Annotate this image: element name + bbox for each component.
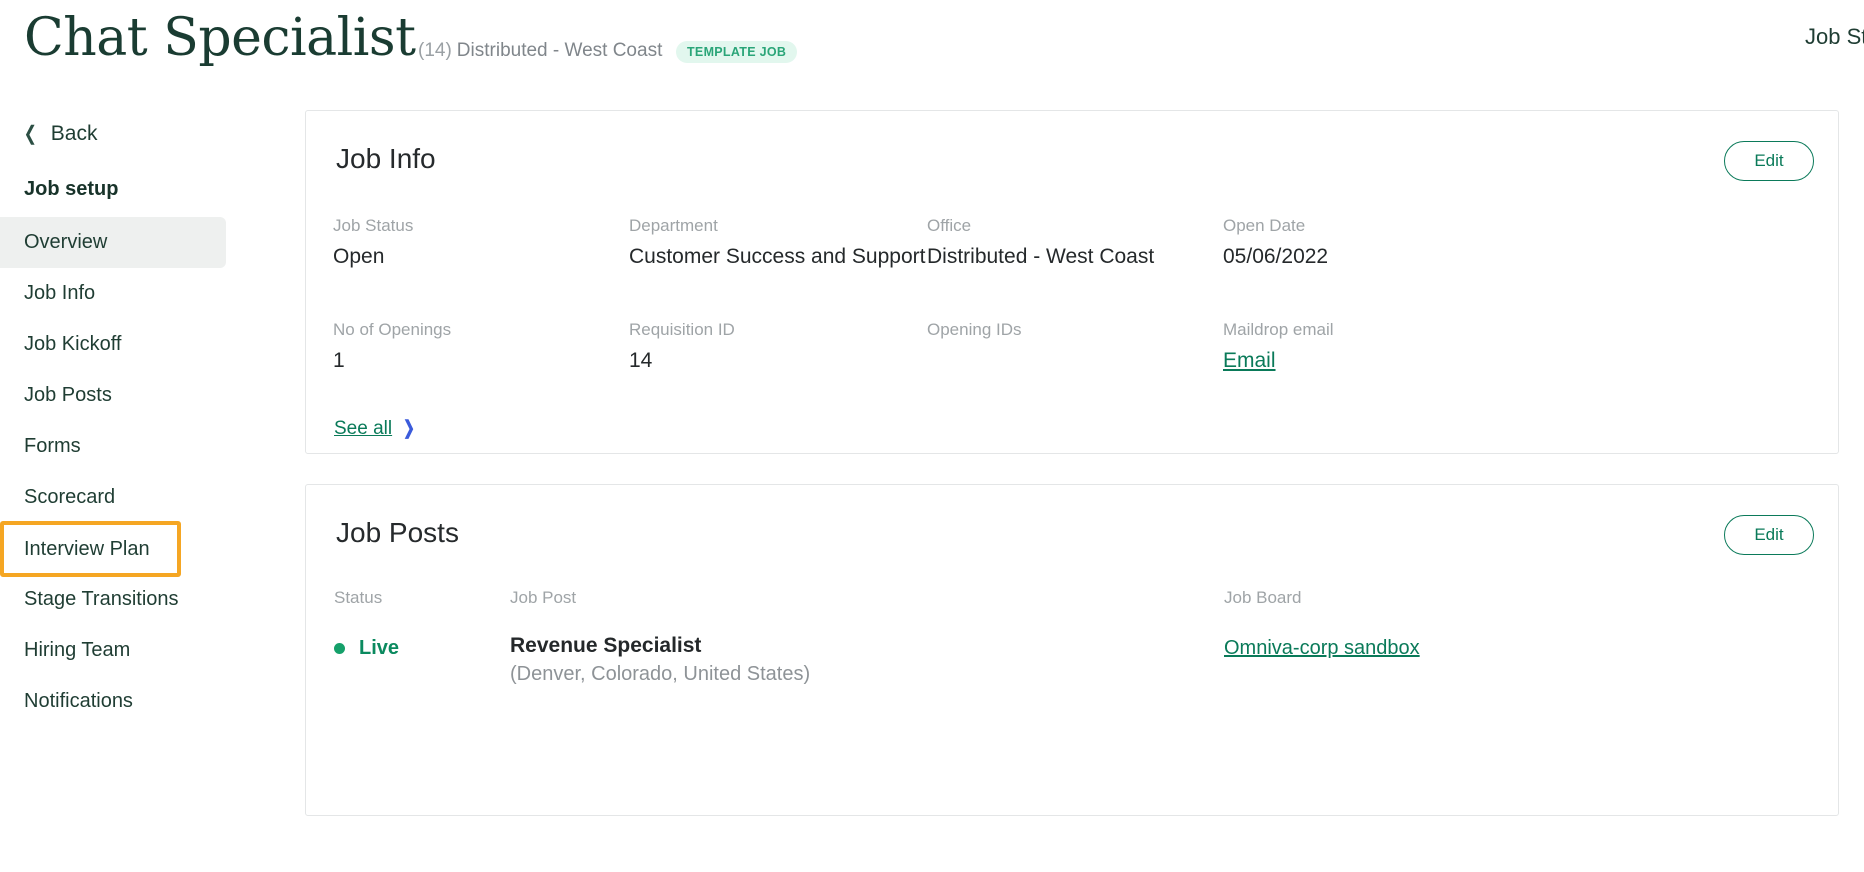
field-label: Job Status — [333, 216, 414, 235]
field-label: Opening IDs — [927, 320, 1022, 339]
sidebar-item-job-info[interactable]: Job Info — [0, 268, 292, 319]
field-department: Department Customer Success and Support — [629, 215, 927, 271]
field-job-status: Job Status Open — [333, 215, 629, 271]
field-value: 05/06/2022 — [1223, 245, 1329, 268]
status-badge: TEMPLATE JOB — [676, 41, 798, 63]
title-meta: (14) Distributed - West Coast — [418, 39, 662, 63]
status-dot-icon — [334, 642, 345, 654]
status-label: Live — [359, 637, 400, 659]
field-value: 14 — [629, 349, 653, 372]
sidebar-item-label: Notifications — [24, 690, 133, 712]
field-label: No of Openings — [333, 320, 452, 339]
field-label: Requisition ID — [629, 320, 735, 339]
field-value — [927, 347, 1223, 375]
chevron-left-icon: ❮ — [23, 123, 38, 145]
field-value: Customer Success and Support — [629, 245, 926, 268]
table-row: Live Revenue Specialist (Denver, Colorad… — [334, 632, 1814, 688]
field-label: Maildrop email — [1223, 320, 1334, 339]
status-cell: Live — [334, 632, 510, 661]
table-header-row: Status Job Post Job Board — [334, 587, 1814, 609]
back-button[interactable]: ❮ Back — [22, 120, 98, 148]
job-info-fields-row-1: Job Status Open Department Customer Succ… — [333, 215, 1813, 271]
main-content: Job Info Edit Job Status Open Department… — [305, 96, 1839, 872]
job-board-link[interactable]: Omniva-corp sandbox — [1224, 632, 1420, 662]
field-value: 1 — [333, 349, 345, 372]
field-requisition-id: Requisition ID 14 — [629, 319, 927, 375]
job-posts-table: Status Job Post Job Board Live Revenue S… — [334, 587, 1814, 688]
sidebar-item-label: Interview Plan — [24, 537, 150, 560]
sidebar-item-job-posts[interactable]: Job Posts — [0, 370, 292, 421]
maildrop-email-link[interactable]: Email — [1223, 347, 1276, 375]
field-value: Distributed - West Coast — [927, 245, 1155, 268]
requisition-ref: (14) — [418, 40, 452, 61]
sidebar-item-label: Scorecard — [24, 486, 116, 508]
edit-job-info-button[interactable]: Edit — [1724, 141, 1814, 181]
job-post-cell: Revenue Specialist (Denver, Colorado, Un… — [510, 632, 1224, 688]
sidebar-item-label: Forms — [24, 435, 81, 457]
back-button-label: Back — [50, 122, 98, 145]
sidebar-item-notifications[interactable]: Notifications — [0, 676, 292, 727]
field-label: Office — [927, 216, 972, 235]
job-posts-card-title: Job Posts — [336, 517, 459, 548]
field-label: Department — [629, 216, 718, 235]
sidebar-item-stage-transitions[interactable]: Stage Transitions — [0, 574, 292, 625]
sidebar-item-hiring-team[interactable]: Hiring Team — [0, 625, 292, 676]
sidebar-item-label: Job Posts — [24, 384, 112, 406]
job-info-card-title: Job Info — [336, 143, 436, 174]
sidebar-item-label: Stage Transitions — [24, 588, 179, 610]
field-value: Open — [333, 245, 385, 268]
edit-job-posts-button[interactable]: Edit — [1724, 515, 1814, 555]
field-office: Office Distributed - West Coast — [927, 215, 1223, 271]
job-board-cell: Omniva-corp sandbox — [1224, 632, 1814, 662]
column-header-job-post: Job Post — [510, 588, 577, 607]
chevron-right-icon: ❯ — [403, 418, 416, 439]
column-header-job-board: Job Board — [1224, 588, 1302, 607]
sidebar-item-interview-plan[interactable]: Interview Plan — [0, 521, 181, 577]
sidebar-item-overview[interactable]: Overview — [0, 217, 226, 268]
page-title: Chat Specialist — [24, 8, 416, 68]
job-info-fields-row-2: No of Openings 1 Requisition ID 14 Openi… — [333, 319, 1813, 375]
sidebar-item-label: Job Kickoff — [24, 333, 122, 355]
job-status-link[interactable]: Job St — [1805, 22, 1864, 52]
sidebar-item-forms[interactable]: Forms — [0, 421, 292, 472]
job-post-location: (Denver, Colorado, United States) — [510, 663, 811, 685]
see-all-link[interactable]: See all ❯ — [334, 416, 417, 442]
sidebar-item-label: Hiring Team — [24, 639, 131, 661]
sidebar-item-job-kickoff[interactable]: Job Kickoff — [0, 319, 292, 370]
field-no-of-openings: No of Openings 1 — [333, 319, 629, 375]
sidebar-group-title: Job setup — [24, 178, 119, 200]
see-all-label: See all — [334, 418, 393, 439]
sidebar-nav-list: Overview Job Info Job Kickoff Job Posts … — [0, 217, 292, 727]
sidebar-item-label: Job Info — [24, 282, 96, 304]
field-label: Open Date — [1223, 216, 1306, 235]
job-info-card: Job Info Edit Job Status Open Department… — [305, 110, 1839, 454]
job-posts-card: Job Posts Edit Status Job Post Job Board… — [305, 484, 1839, 816]
field-open-date: Open Date 05/06/2022 — [1223, 215, 1813, 271]
sidebar-item-label: Overview — [24, 231, 108, 253]
job-post-name: Revenue Specialist — [510, 634, 702, 657]
field-opening-ids: Opening IDs — [927, 319, 1223, 375]
sidebar: ❮ Back Job setup Overview Job Info Job Ki… — [0, 96, 292, 872]
page-header: Chat Specialist (14) Distributed - West C… — [0, 0, 1864, 96]
column-header-status: Status — [334, 588, 383, 607]
office-label: Distributed - West Coast — [456, 40, 663, 61]
sidebar-item-scorecard[interactable]: Scorecard — [0, 472, 292, 523]
field-maildrop-email: Maildrop email Email — [1223, 319, 1813, 375]
